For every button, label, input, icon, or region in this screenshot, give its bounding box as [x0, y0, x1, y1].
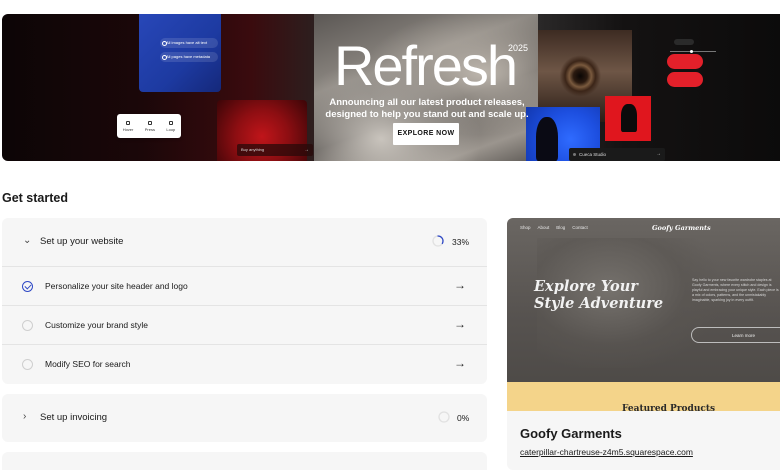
site-preview-logo: Goofy Garments — [652, 224, 711, 232]
explore-now-button[interactable]: EXPLORE NOW — [393, 123, 459, 145]
banner-red-shape-icon — [667, 54, 703, 88]
task-label: Modify SEO for search — [45, 359, 131, 369]
progress-percent: 33% — [452, 237, 470, 247]
site-preview-nav: Shop About Blog Contact — [520, 225, 588, 230]
arrow-right-icon[interactable]: → — [454, 317, 466, 331]
site-preview-thumbnail[interactable]: Shop About Blog Contact Goofy Garments E… — [507, 218, 780, 414]
banner-tagline-line: designed to help you stand out and scale… — [325, 109, 529, 120]
site-name: Goofy Garments — [520, 426, 622, 441]
task-row-brand-style[interactable]: Customize your brand style → — [2, 305, 487, 344]
banner-mock-search-text: Buy anything — [241, 147, 265, 152]
site-preview-learn-more: Learn more — [691, 327, 780, 343]
progress-ring-icon — [438, 411, 450, 423]
check-circle-icon — [22, 281, 33, 292]
site-preview-nav-item: About — [537, 225, 550, 230]
banner-year: 2025 — [508, 43, 529, 53]
banner-mock-search: Buy anything → — [237, 144, 313, 156]
setup-next-card[interactable] — [2, 452, 487, 470]
site-preview-nav-item: Shop — [520, 225, 531, 230]
banner-mock-slider — [670, 50, 716, 53]
banner-mock-studio-bar: Cueca Studio → — [569, 148, 665, 161]
arrow-icon: → — [304, 147, 309, 153]
banner-mock-studio-text: Cueca Studio — [579, 152, 607, 157]
hover-icon — [126, 120, 131, 125]
arrow-right-icon[interactable]: → — [454, 278, 466, 292]
site-url-link[interactable]: caterpillar-chartreuse-z4m5.squarespace.… — [520, 447, 693, 457]
site-preview-nav-item: Contact — [572, 225, 588, 230]
task-label: Customize your brand style — [45, 320, 148, 330]
task-label: Personalize your site header and logo — [45, 281, 188, 291]
banner-tagline-line: Announcing all our latest product releas… — [329, 97, 525, 108]
banner-mock-tool: Hover — [123, 120, 133, 132]
arrow-icon: → — [656, 151, 661, 157]
site-preview-headline-line: Style Adventure — [534, 295, 664, 312]
banner-mock-tool: Press — [145, 120, 155, 132]
empty-circle-icon — [22, 359, 33, 370]
setup-website-header[interactable]: ⌄ Set up your website 33% — [2, 218, 487, 264]
banner-tagline: Announcing all our latest product releas… — [320, 97, 534, 121]
press-icon — [147, 120, 152, 125]
empty-circle-icon — [22, 320, 33, 331]
site-preview-featured-band: Featured Products — [507, 382, 780, 414]
site-card[interactable]: Shop About Blog Contact Goofy Garments E… — [507, 218, 780, 470]
banner-mock-pill: All pages have metadata — [160, 52, 218, 62]
section-title-get-started: Get started — [2, 191, 68, 205]
task-row-personalize-header[interactable]: Personalize your site header and logo → — [2, 266, 487, 305]
chevron-down-icon: ⌄ — [23, 235, 32, 246]
banner-title: Refresh — [333, 34, 518, 97]
site-preview-paragraph: Say hello to your new favorite wardrobe … — [692, 278, 779, 302]
site-preview-nav-item: Blog — [556, 225, 566, 230]
task-row-seo[interactable]: Modify SEO for search → — [2, 344, 487, 383]
arrow-right-icon[interactable]: → — [454, 356, 466, 370]
group-label: Set up invoicing — [40, 412, 108, 423]
banner-mock-pill: All images have alt text — [160, 38, 218, 48]
chevron-right-icon: › — [23, 411, 27, 422]
loop-icon — [168, 120, 173, 125]
site-preview-featured-text: Featured Products — [622, 404, 716, 414]
progress-percent: 0% — [457, 413, 470, 423]
group-label: Set up your website — [40, 236, 124, 247]
banner-red-photo — [605, 96, 651, 141]
banner-mock-tag — [674, 39, 694, 45]
progress-ring-icon — [432, 235, 444, 247]
banner-mock-toolcard: Hover Press Loop — [117, 114, 181, 138]
setup-invoicing-card[interactable]: › Set up invoicing 0% — [2, 394, 487, 442]
setup-website-card: ⌄ Set up your website 33% Personalize yo… — [2, 218, 487, 384]
refresh-banner[interactable]: All images have alt text All pages have … — [2, 14, 780, 161]
site-preview-headline: Explore Your Style Adventure — [534, 278, 684, 312]
site-preview-headline-line: Explore Your — [534, 278, 638, 295]
banner-mock-tool: Loop — [166, 120, 175, 132]
